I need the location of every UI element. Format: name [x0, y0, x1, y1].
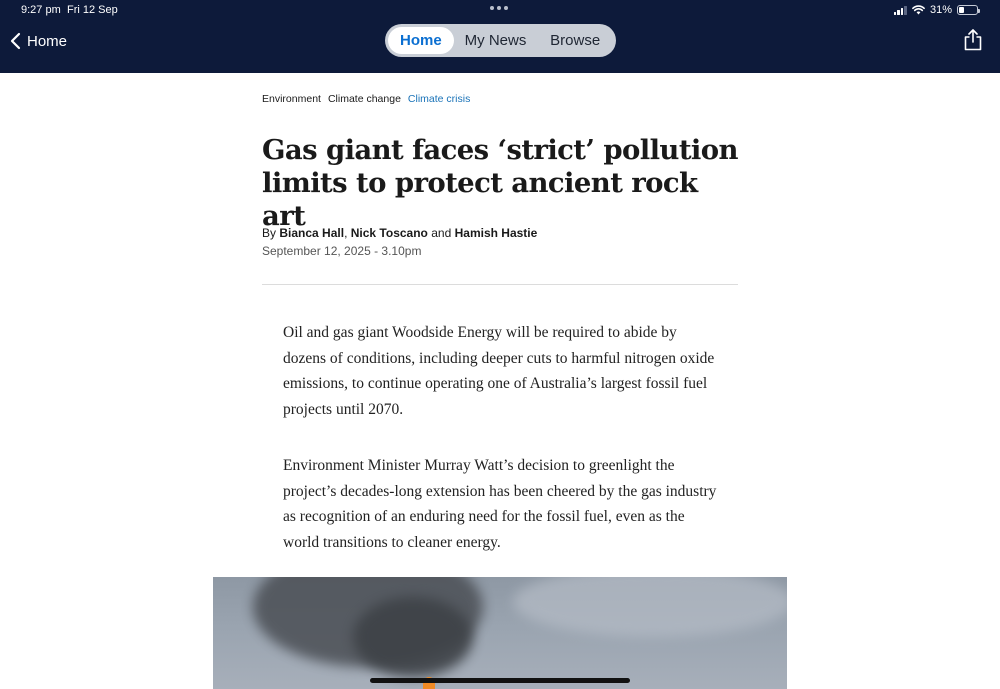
author-link[interactable]: Hamish Hastie	[455, 226, 538, 240]
app-top-bar: 9:27 pm Fri 12 Sep 31% Home Home My News…	[0, 0, 1000, 73]
battery-fill	[959, 7, 965, 13]
back-button-label: Home	[27, 32, 68, 50]
breadcrumb-climate-change[interactable]: Climate change	[328, 93, 401, 105]
home-indicator[interactable]	[370, 678, 630, 683]
chevron-left-icon	[10, 32, 21, 50]
breadcrumb-environment[interactable]: Environment	[262, 93, 321, 105]
share-icon	[964, 29, 982, 51]
multitasking-dots-icon[interactable]	[490, 3, 510, 13]
article-date: September 12, 2025 - 3.10pm	[262, 244, 422, 258]
article-headline: Gas giant faces ‘strict’ pollution limit…	[262, 134, 739, 232]
article-paragraph: Environment Minister Murray Watt’s decis…	[283, 457, 717, 551]
byline: By Bianca Hall, Nick Toscano and Hamish …	[262, 226, 537, 240]
tab-browse[interactable]: Browse	[537, 27, 613, 54]
byline-separator: ,	[344, 226, 348, 240]
divider	[262, 284, 738, 285]
section-tabs: Home My News Browse	[385, 24, 616, 57]
article-paragraph: Oil and gas giant Woodside Energy will b…	[283, 324, 715, 418]
back-button[interactable]: Home	[10, 30, 67, 52]
cellular-signal-icon	[893, 5, 907, 15]
byline-separator: and	[431, 226, 452, 240]
share-button[interactable]	[963, 29, 983, 51]
battery-percent: 31%	[929, 4, 952, 16]
cloud	[513, 577, 787, 637]
smoke-plume	[353, 597, 473, 677]
byline-prefix: By	[262, 226, 277, 240]
battery-icon	[957, 5, 980, 15]
status-time: 9:27 pm	[21, 4, 61, 16]
tab-my-news[interactable]: My News	[454, 27, 538, 54]
author-link[interactable]: Nick Toscano	[351, 226, 428, 240]
status-indicators: 31%	[893, 3, 980, 17]
tab-home[interactable]: Home	[388, 27, 454, 54]
status-date: Fri 12 Sep	[67, 4, 118, 16]
author-link[interactable]: Bianca Hall	[279, 226, 344, 240]
breadcrumb-climate-crisis[interactable]: Climate crisis	[408, 93, 470, 105]
wifi-icon	[912, 5, 925, 15]
breadcrumb: Environment Climate change Climate crisi…	[262, 93, 470, 105]
hero-image[interactable]	[213, 577, 787, 689]
